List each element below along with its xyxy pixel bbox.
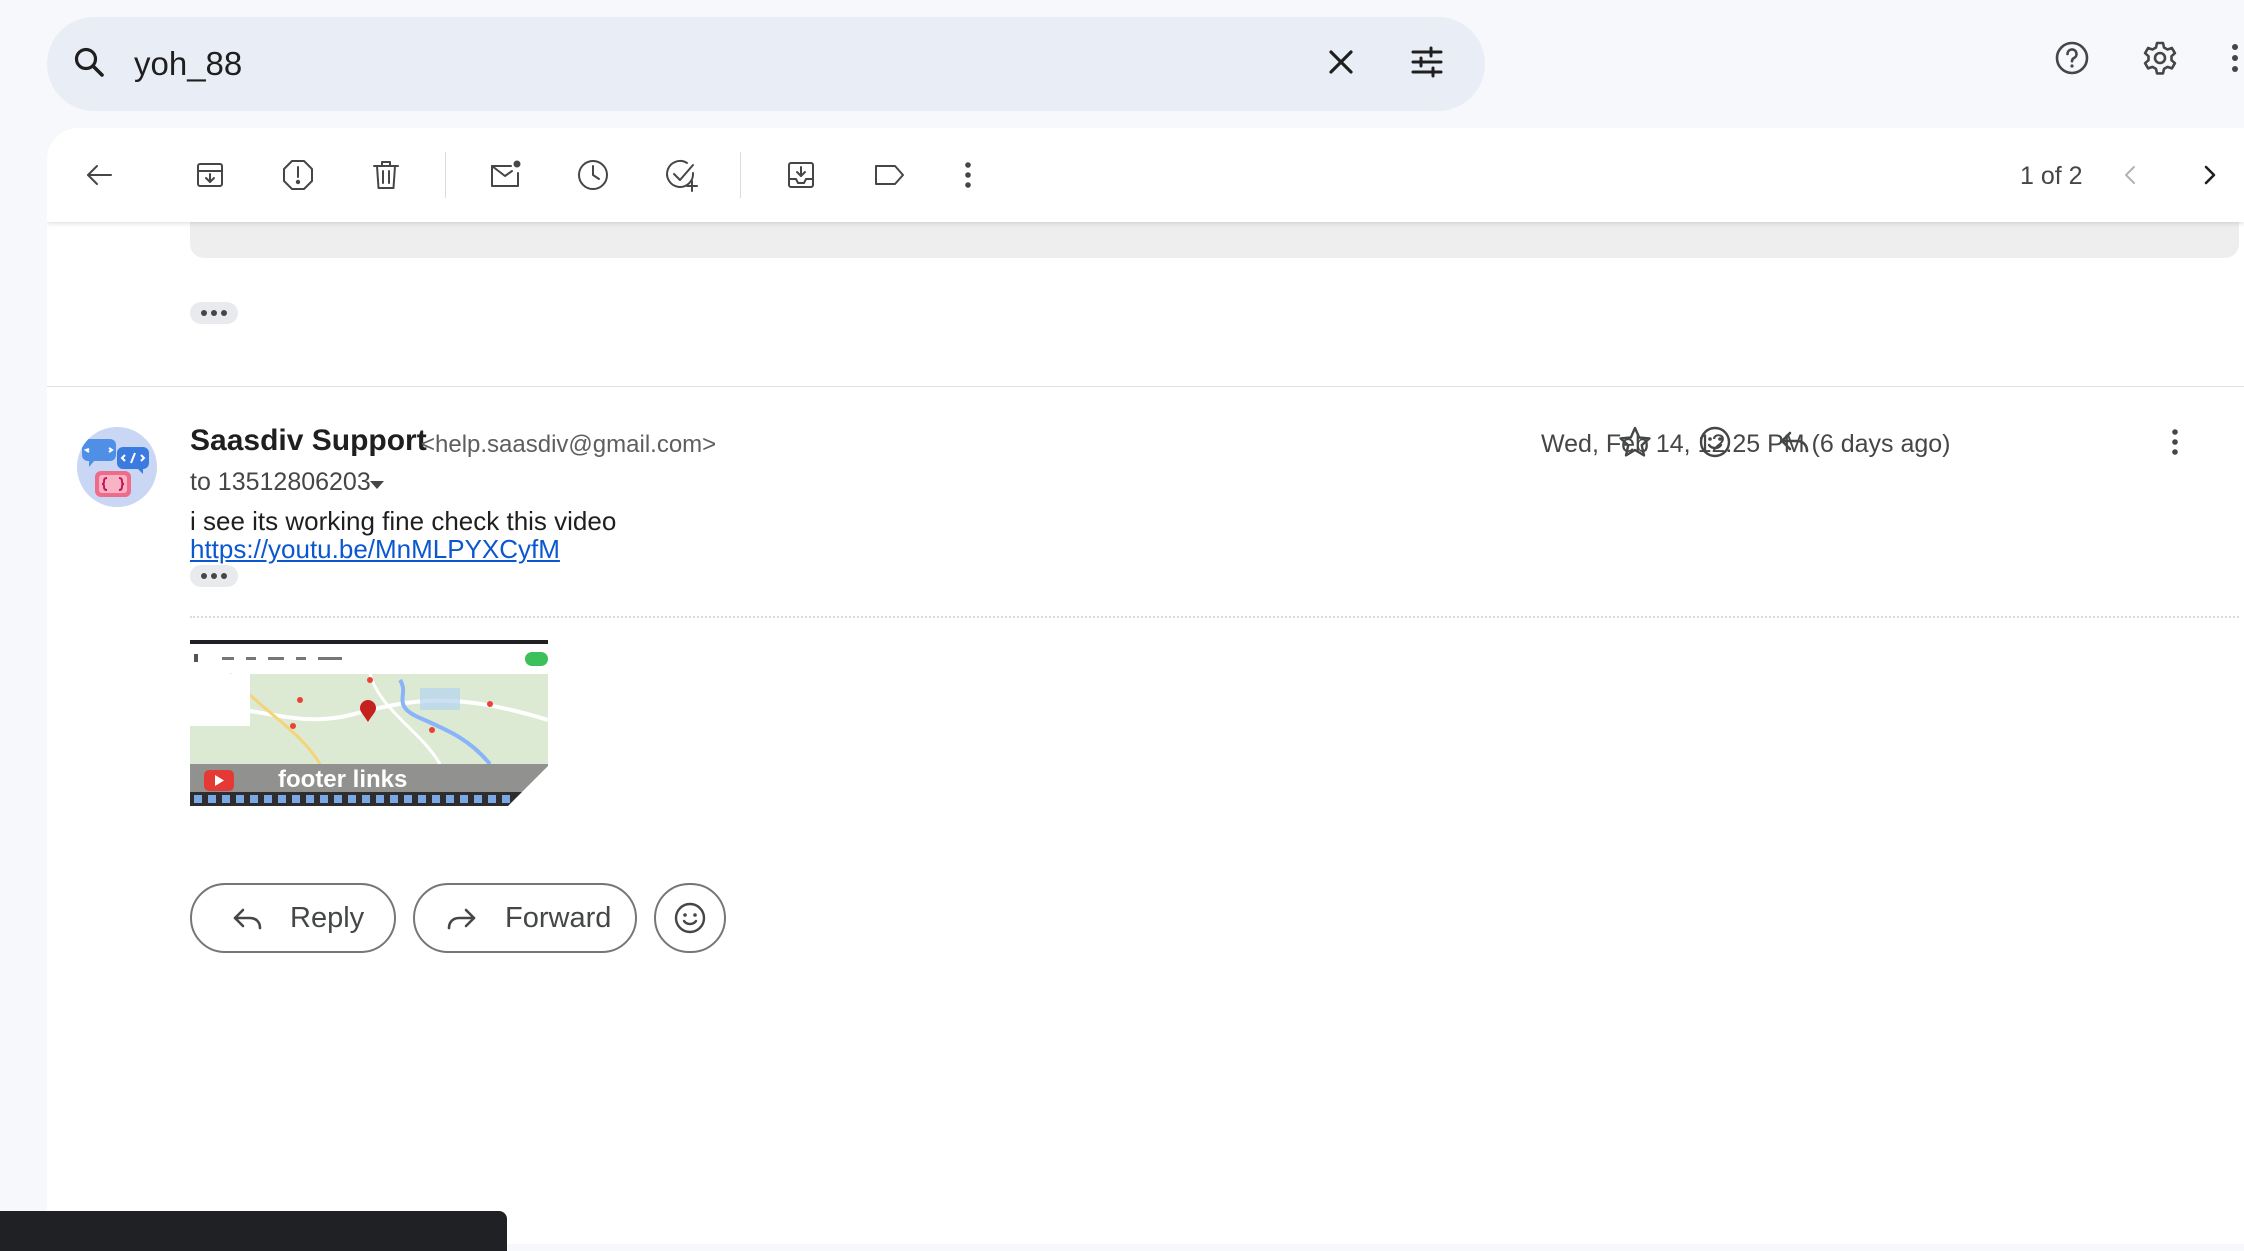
show-trimmed-content-button[interactable] bbox=[190, 302, 238, 324]
snooze-icon[interactable] bbox=[575, 157, 611, 193]
forward-button-label: Forward bbox=[505, 901, 612, 934]
search-input[interactable] bbox=[134, 17, 1234, 111]
reply-icon[interactable] bbox=[1777, 424, 1813, 460]
video-title: footer links bbox=[278, 766, 408, 793]
emoji-icon bbox=[674, 902, 706, 934]
reply-button[interactable]: Reply bbox=[190, 883, 396, 953]
mark-unread-icon[interactable] bbox=[487, 157, 523, 193]
attachment-separator bbox=[190, 616, 2239, 618]
pager-count: 1 of 2 bbox=[2020, 162, 2083, 190]
help-icon[interactable] bbox=[2054, 40, 2090, 76]
video-preview-card[interactable]: footer links bbox=[190, 640, 548, 806]
message-toolbar: 1 of 2 bbox=[47, 128, 2244, 222]
recipient-details-dropdown-icon[interactable] bbox=[367, 478, 387, 492]
video-link[interactable]: https://youtu.be/MnMLPYXCyfM bbox=[190, 534, 560, 565]
message-body-text: i see its working fine check this video bbox=[190, 506, 617, 536]
search-options-icon[interactable] bbox=[1409, 44, 1445, 80]
newer-chevron-icon[interactable] bbox=[2113, 157, 2149, 193]
snackbar bbox=[0, 1211, 507, 1251]
add-reaction-button[interactable] bbox=[654, 883, 726, 953]
sender-logo-icon bbox=[77, 427, 157, 507]
add-reaction-icon[interactable] bbox=[1697, 424, 1733, 460]
search-icon[interactable] bbox=[71, 44, 107, 80]
star-icon[interactable] bbox=[1617, 424, 1653, 460]
search-bar bbox=[47, 17, 1485, 111]
reply-button-label: Reply bbox=[290, 901, 365, 934]
settings-icon[interactable] bbox=[2142, 40, 2178, 76]
add-to-tasks-icon[interactable] bbox=[663, 157, 699, 193]
toolbar-divider bbox=[445, 152, 446, 198]
clear-search-icon[interactable] bbox=[1323, 44, 1359, 80]
avatar[interactable] bbox=[77, 427, 157, 507]
message-more-options-icon[interactable] bbox=[2166, 424, 2184, 460]
more-actions-icon[interactable] bbox=[959, 157, 977, 193]
sender-name[interactable]: Saasdiv Support bbox=[190, 424, 427, 458]
older-chevron-icon[interactable] bbox=[2191, 157, 2227, 193]
sender-email: <help.saasdiv@gmail.com> bbox=[421, 431, 717, 458]
move-to-icon[interactable] bbox=[783, 157, 819, 193]
show-trimmed-content-button[interactable] bbox=[190, 565, 238, 587]
message-date: Wed, Feb 14, 12:25 PM (6 days ago) bbox=[1541, 430, 1951, 458]
forward-arrow-icon bbox=[447, 908, 476, 930]
archive-icon[interactable] bbox=[192, 157, 228, 193]
recipient-line: to 13512806203 bbox=[190, 468, 371, 496]
label-icon[interactable] bbox=[871, 157, 907, 193]
toolbar-divider bbox=[740, 152, 741, 198]
reply-arrow-icon bbox=[233, 908, 262, 930]
message-view: 1 of 2 Saasdiv Support <help.saasdiv@gma… bbox=[47, 128, 2244, 1244]
more-options-icon[interactable] bbox=[2226, 40, 2244, 76]
back-arrow-icon[interactable] bbox=[81, 157, 117, 193]
message-divider bbox=[47, 386, 2244, 387]
report-spam-icon[interactable] bbox=[280, 157, 316, 193]
delete-icon[interactable] bbox=[368, 157, 404, 193]
forward-button[interactable]: Forward bbox=[413, 883, 637, 953]
